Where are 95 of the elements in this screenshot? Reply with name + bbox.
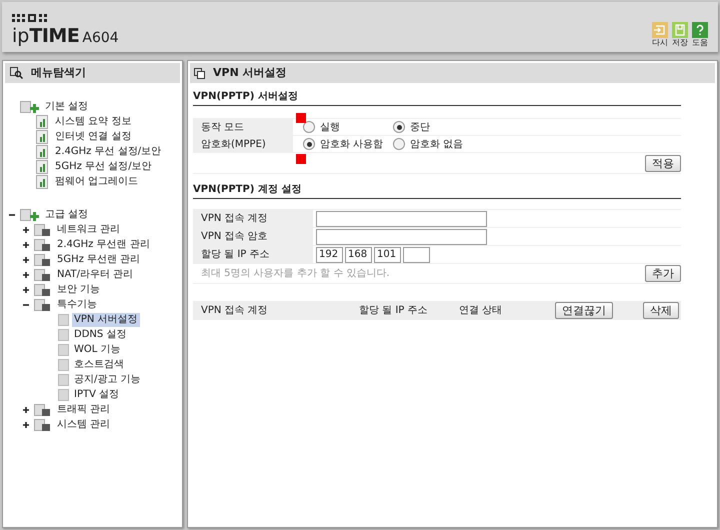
input-field[interactable] (316, 228, 487, 244)
marker-square (296, 154, 306, 164)
action-label[interactable]: 저장 (672, 38, 688, 48)
disconnect-button[interactable]: 연결끊기 (555, 302, 613, 319)
folder-icon (34, 222, 52, 236)
tree-item[interactable]: WOL 기능 (72, 342, 123, 356)
folder-icon (34, 418, 52, 432)
tree-item[interactable]: 시스템 관리 (55, 418, 112, 432)
plus-icon[interactable] (23, 406, 29, 412)
delete-button[interactable]: 삭제 (643, 302, 679, 319)
tree-item[interactable]: 5GHz 무선랜 관리 (55, 252, 142, 266)
radio-label: 실행 (320, 120, 340, 134)
tree-item[interactable]: 인터넷 연결 설정 (53, 130, 134, 144)
tree-item[interactable]: 보안 기능 (55, 282, 102, 296)
folder-icon (34, 298, 52, 312)
column-header: 연결 상태 (459, 304, 504, 318)
page-icon (58, 358, 69, 370)
section-heading: VPN(PPTP) 서버설정 (193, 89, 681, 106)
folder-plus-icon (20, 100, 40, 114)
marker-square (296, 113, 306, 123)
radio-label: 암호화 사용함 (320, 138, 384, 152)
add-button[interactable]: 추가 (645, 265, 681, 282)
folder-icon (34, 252, 52, 266)
tree-item[interactable]: 트래픽 관리 (55, 402, 112, 416)
sidebar-title: 메뉴탐색기 (31, 64, 86, 81)
ip-octet-field[interactable] (403, 246, 430, 262)
plus-icon[interactable] (23, 422, 29, 428)
tree-item[interactable]: 공지/광고 기능 (72, 372, 143, 386)
radio-label: 중단 (410, 120, 430, 134)
plus-icon[interactable] (23, 286, 29, 292)
column-header: 할당 될 IP 주소 (359, 304, 429, 318)
folder-icon (34, 238, 52, 252)
field-label: VPN 접속 계정 (193, 210, 313, 227)
ip-octet-field[interactable]: 192 (316, 246, 343, 262)
tree-item[interactable]: NAT/라우터 관리 (55, 268, 136, 282)
radio-button[interactable] (393, 121, 405, 133)
radio-button[interactable] (393, 138, 405, 150)
ip-octet-field[interactable]: 101 (374, 246, 401, 262)
window-icon (194, 68, 205, 78)
tree-item[interactable]: 네트워크 관리 (55, 222, 122, 236)
page-icon (58, 328, 69, 340)
page-title: VPN 서버설정 (213, 64, 287, 81)
section-heading: VPN(PPTP) 계정 설정 (193, 182, 681, 199)
minus-icon[interactable] (9, 212, 15, 218)
plus-icon[interactable] (23, 226, 29, 232)
page-chart-icon (36, 130, 50, 144)
model-name: A604 (82, 31, 119, 45)
tree-item[interactable]: 시스템 요약 정보 (53, 114, 134, 128)
tree-item[interactable]: 고급 설정 (43, 208, 90, 222)
tree-item[interactable]: 2.4GHz 무선 설정/보안 (53, 144, 164, 158)
tree-item[interactable]: DDNS 설정 (72, 328, 128, 342)
folder-icon (34, 268, 52, 282)
page-icon (58, 388, 69, 400)
enter-icon (652, 22, 668, 38)
brand-logo: ipTIME (12, 27, 80, 46)
tree-item[interactable]: 2.4GHz 무선랜 관리 (55, 238, 152, 252)
tree-item[interactable]: 특수기능 (55, 298, 99, 312)
input-field[interactable] (316, 210, 487, 226)
action-label[interactable]: 다시 (652, 38, 668, 48)
tree-item[interactable]: 5GHz 무선 설정/보안 (53, 160, 154, 174)
page-chart-icon (36, 144, 50, 158)
floppy-icon (672, 22, 688, 38)
tree-item[interactable]: 펌웨어 업그레이드 (53, 174, 140, 188)
column-header: VPN 접속 계정 (201, 304, 269, 318)
field-label: 할당 될 IP 주소 (193, 246, 313, 263)
help-icon (692, 22, 708, 38)
field-label: VPN 접속 암호 (193, 228, 313, 245)
radio-button[interactable] (303, 138, 315, 150)
plus-icon[interactable] (23, 256, 29, 262)
folder-icon (34, 282, 52, 296)
minus-icon[interactable] (23, 302, 29, 308)
tree-item[interactable]: VPN 서버설정 (72, 312, 140, 326)
plus-icon[interactable] (23, 242, 29, 248)
folder-icon (34, 402, 52, 416)
page-chart-icon (36, 174, 50, 188)
search-icon (10, 67, 23, 79)
ip-octet-field[interactable]: 168 (345, 246, 372, 262)
page-chart-icon (36, 114, 50, 128)
field-label: 동작 모드 (193, 119, 293, 135)
page-chart-icon (36, 160, 50, 174)
hint-text: 최대 5명의 사용자를 추가 할 수 있습니다. (201, 267, 390, 281)
tree-item[interactable]: 기본 설정 (43, 100, 90, 114)
field-label: 암호화(MPPE) (193, 136, 293, 152)
page-icon (58, 344, 69, 356)
page-icon (58, 314, 69, 326)
plus-icon[interactable] (23, 272, 29, 278)
logo-mark-icon (12, 14, 50, 23)
folder-plus-icon (20, 208, 40, 222)
tree-item[interactable]: 호스트검색 (72, 358, 126, 372)
apply-button[interactable]: 적용 (645, 154, 681, 172)
radio-button[interactable] (303, 121, 315, 133)
radio-label: 암호화 없음 (410, 138, 464, 152)
tree-item[interactable]: IPTV 설정 (72, 388, 122, 402)
page-icon (58, 374, 69, 386)
action-label[interactable]: 도움 (692, 38, 708, 48)
